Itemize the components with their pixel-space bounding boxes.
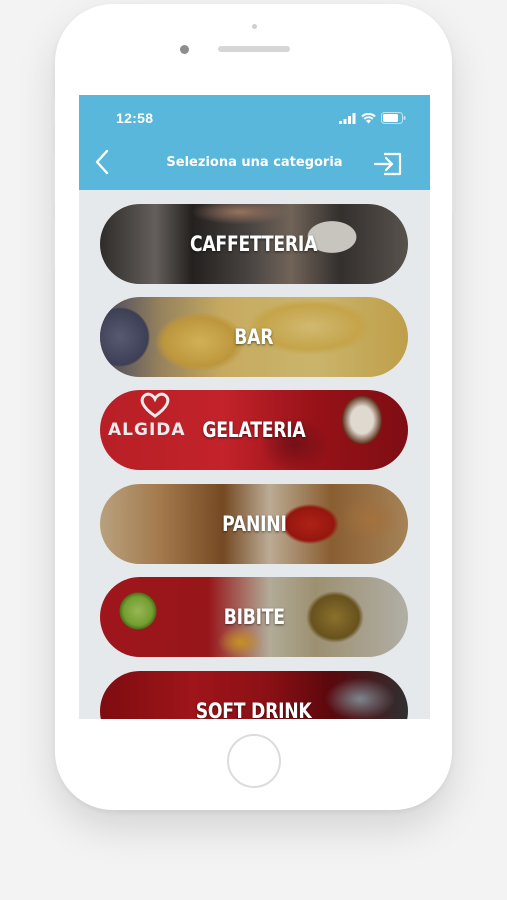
category-gelateria[interactable]: ALGIDA GELATERIA bbox=[100, 390, 408, 470]
logout-icon bbox=[373, 152, 402, 176]
category-label: BIBITE bbox=[223, 605, 285, 629]
wifi-icon bbox=[361, 112, 376, 123]
category-bar[interactable]: BAR bbox=[100, 297, 408, 377]
category-label: GELATERIA bbox=[202, 418, 306, 442]
app-header: 12:58 Seleziona una categoria bbox=[79, 95, 430, 190]
status-time: 12:58 bbox=[116, 110, 154, 126]
front-camera bbox=[180, 45, 189, 54]
category-label: PANINI bbox=[221, 512, 287, 536]
category-caffetteria[interactable]: CAFFETTERIA bbox=[100, 204, 408, 284]
app-screen: 12:58 Seleziona una categoria CAFFETTERI… bbox=[79, 95, 430, 719]
volume-down-button bbox=[51, 219, 55, 269]
battery-icon bbox=[381, 112, 406, 124]
category-label: CAFFETTERIA bbox=[190, 232, 318, 256]
category-soft-drink[interactable]: SOFT DRINK bbox=[100, 671, 408, 719]
status-icons bbox=[339, 112, 406, 124]
power-button bbox=[452, 159, 456, 214]
logout-button[interactable] bbox=[373, 152, 403, 176]
category-panini[interactable]: PANINI bbox=[100, 484, 408, 564]
home-button[interactable] bbox=[227, 734, 281, 788]
mute-switch bbox=[51, 99, 55, 125]
signal-icon bbox=[339, 112, 356, 124]
volume-up-button bbox=[51, 154, 55, 204]
sensor-dot bbox=[252, 24, 257, 29]
category-bibite[interactable]: BIBITE bbox=[100, 577, 408, 657]
category-label: BAR bbox=[234, 325, 274, 349]
earpiece-speaker bbox=[218, 46, 290, 52]
category-label: SOFT DRINK bbox=[196, 699, 312, 719]
